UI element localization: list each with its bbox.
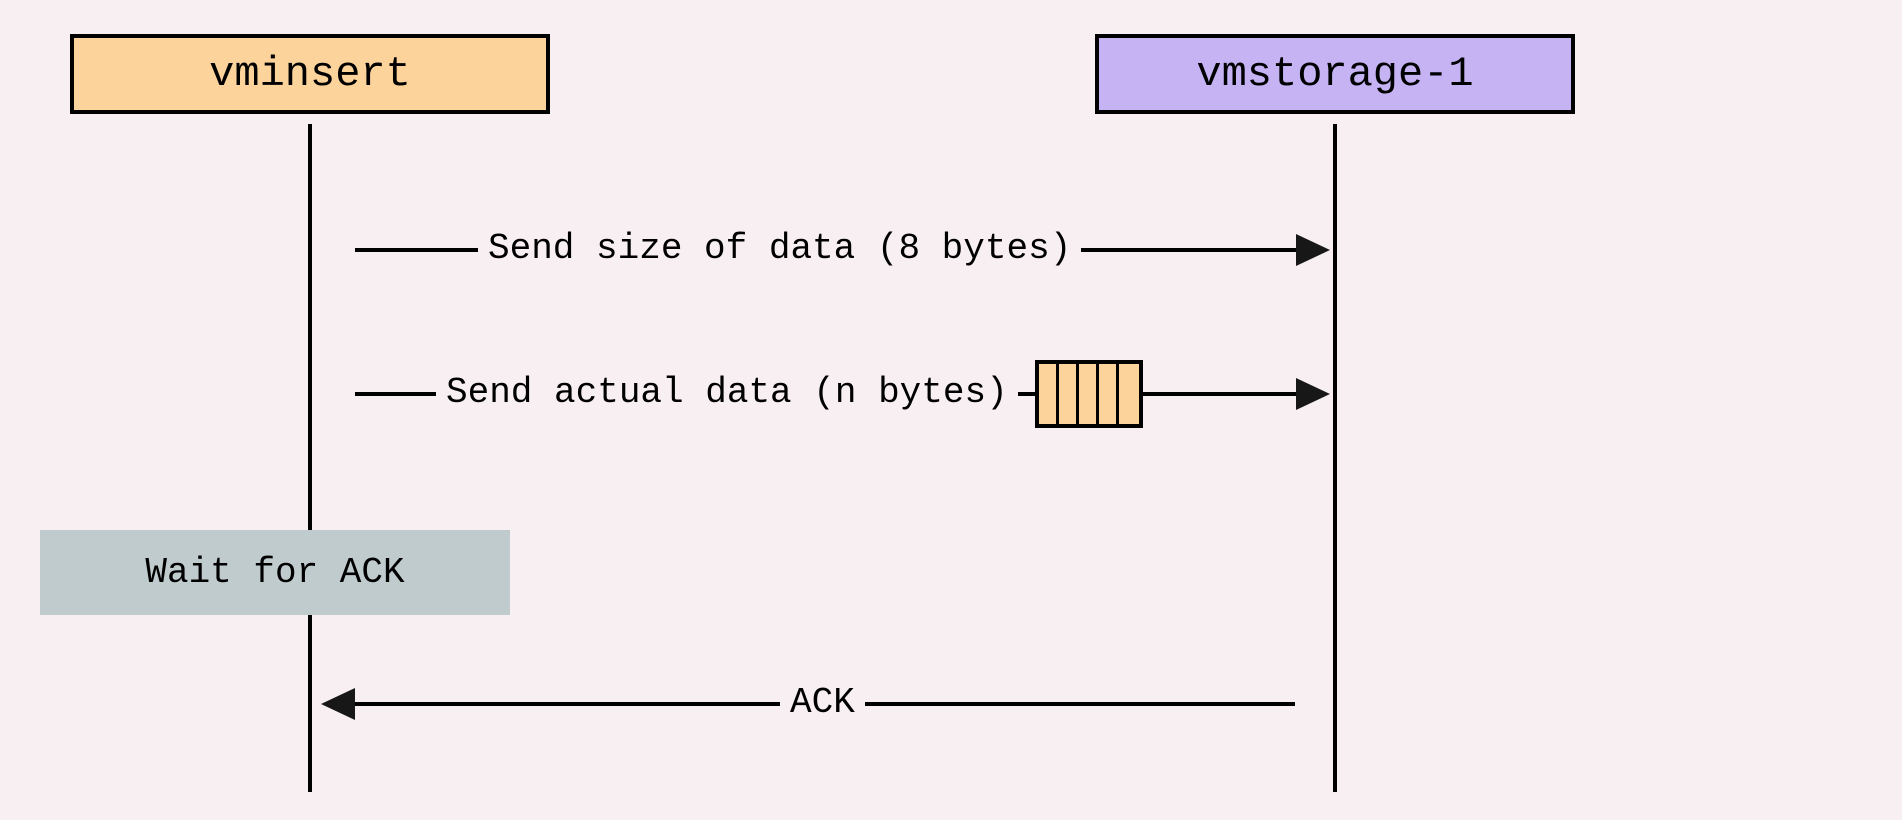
participant-left-label: vminsert xyxy=(209,50,411,98)
data-bar xyxy=(1059,364,1079,424)
arrow-ack-label: ACK xyxy=(780,682,865,723)
participant-vminsert: vminsert xyxy=(70,34,550,114)
arrowhead-send-data xyxy=(1296,378,1330,410)
lifeline-vmstorage xyxy=(1333,124,1337,792)
note-wait-ack: Wait for ACK xyxy=(40,530,510,615)
participant-right-label: vmstorage-1 xyxy=(1196,50,1473,98)
data-packet-icon xyxy=(1035,360,1143,428)
data-bar xyxy=(1039,364,1059,424)
participant-vmstorage: vmstorage-1 xyxy=(1095,34,1575,114)
arrow-send-size-label: Send size of data (8 bytes) xyxy=(478,228,1081,269)
data-bar xyxy=(1099,364,1119,424)
data-bar xyxy=(1119,364,1139,424)
note-wait-label: Wait for ACK xyxy=(145,552,404,593)
arrow-send-data-label: Send actual data (n bytes) xyxy=(436,372,1018,413)
arrowhead-send-size xyxy=(1296,234,1330,266)
data-bar xyxy=(1079,364,1099,424)
lifeline-vminsert xyxy=(308,124,312,792)
arrowhead-ack xyxy=(321,688,355,720)
